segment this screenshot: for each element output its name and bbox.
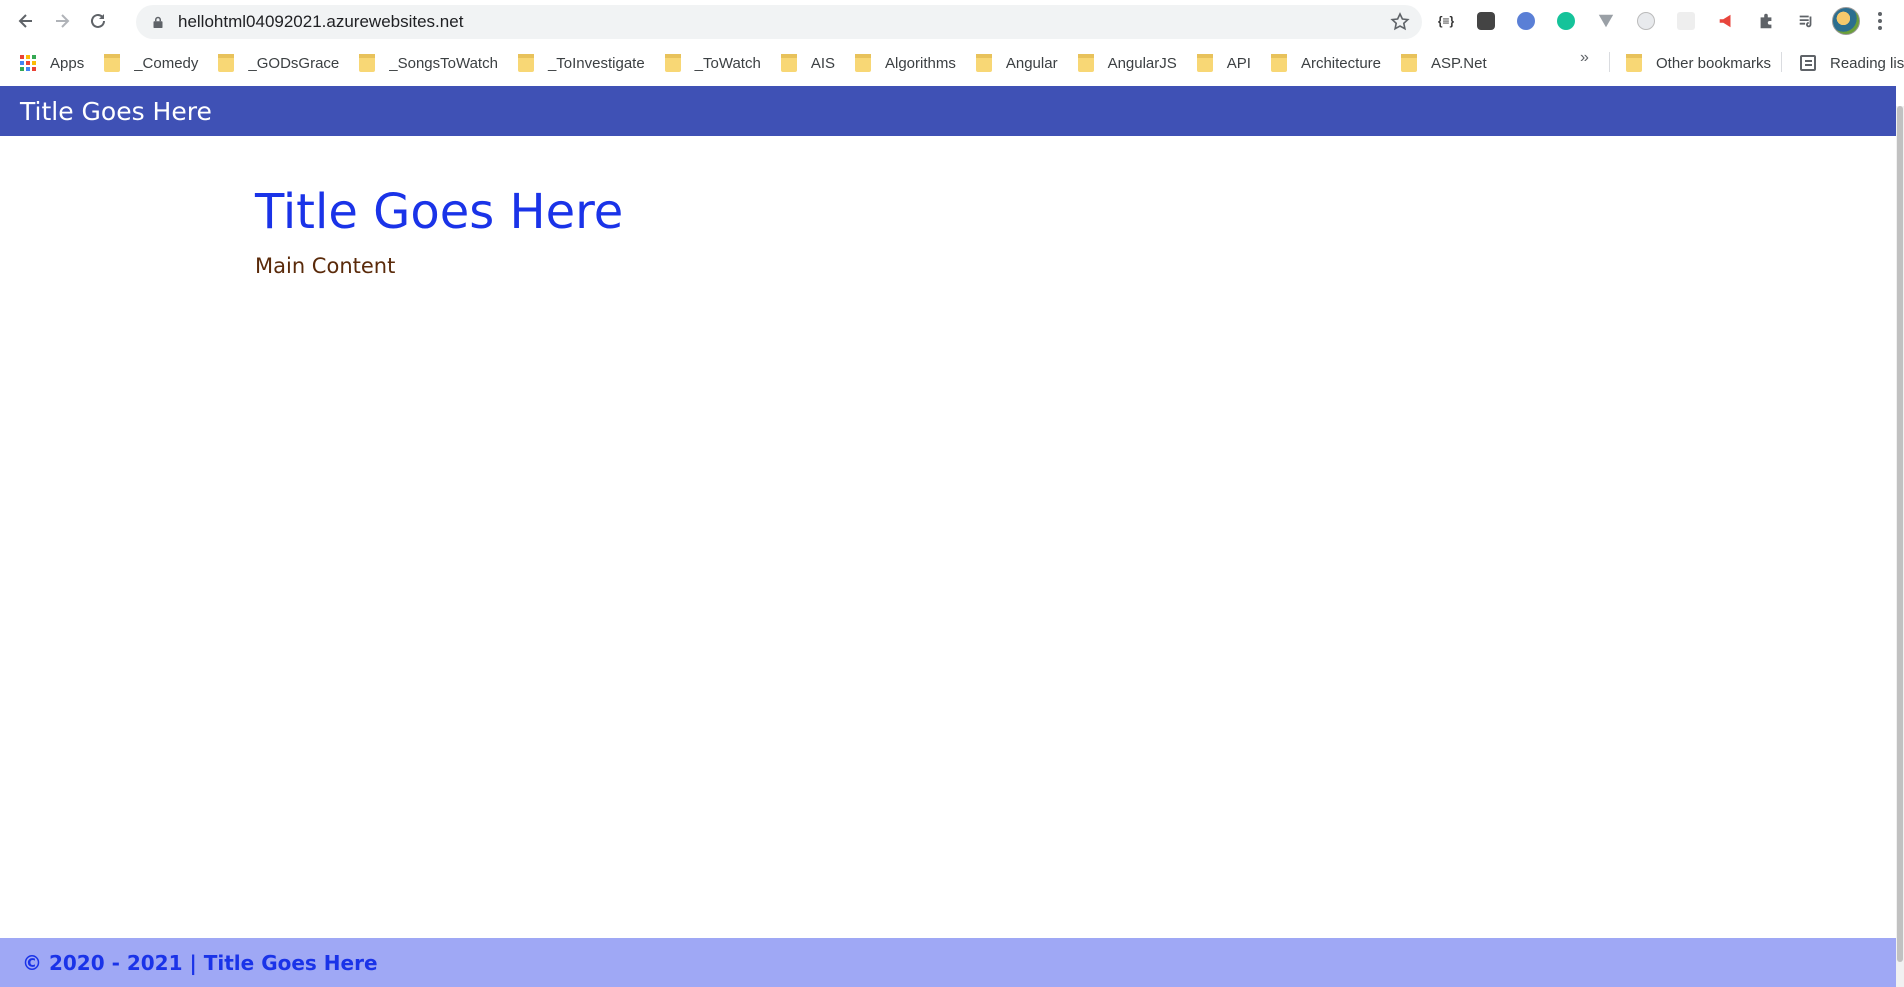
app-footer: © 2020 - 2021 | Title Goes Here — [0, 938, 1896, 987]
page-title: Title Goes Here — [255, 184, 624, 240]
extension-icon[interactable] — [1632, 7, 1660, 35]
folder-icon — [1270, 54, 1287, 72]
reading-list-button[interactable]: Reading list — [1790, 49, 1904, 77]
json-extension-icon[interactable]: {≡} — [1432, 7, 1460, 35]
bookmarks-overflow-button[interactable]: » — [1580, 49, 1589, 67]
footer-text: © 2020 - 2021 | Title Goes Here — [22, 950, 378, 975]
folder-icon — [517, 54, 534, 72]
bookmark-label: Architecture — [1300, 54, 1382, 72]
bookmark-folder[interactable]: Algorithms — [845, 49, 966, 77]
bookmark-apps[interactable]: Apps — [0, 49, 94, 77]
bookmark-star-icon[interactable] — [1390, 12, 1410, 32]
bookmark-label: AIS — [810, 54, 835, 72]
reload-button[interactable] — [80, 3, 116, 39]
bookmark-folder[interactable]: _ToWatch — [655, 49, 771, 77]
address-bar[interactable]: hellohtml04092021.azurewebsites.net — [136, 5, 1422, 39]
web-page: Title Goes Here Title Goes Here Main Con… — [0, 86, 1904, 987]
reading-list-icon — [1800, 55, 1816, 71]
extension-icon[interactable] — [1472, 7, 1500, 35]
folder-icon — [218, 54, 235, 72]
scrollbar-thumb[interactable] — [1897, 106, 1903, 962]
bookmark-label: ASP.Net — [1431, 54, 1487, 72]
main-section: Title Goes Here Main Content — [255, 188, 623, 278]
media-control-icon[interactable] — [1792, 7, 1820, 35]
bookmark-folder[interactable]: _SongsToWatch — [349, 49, 508, 77]
folder-icon — [1077, 54, 1094, 72]
bookmark-folder[interactable]: Architecture — [1261, 49, 1391, 77]
bookmark-label: Other bookmarks — [1656, 54, 1772, 72]
extensions-puzzle-icon[interactable] — [1752, 7, 1780, 35]
bookmark-folder[interactable]: _GODsGrace — [208, 49, 349, 77]
other-bookmarks-folder[interactable]: Other bookmarks — [1616, 49, 1781, 77]
folder-icon — [855, 54, 871, 72]
extensions-bar: {≡} — [1432, 6, 1888, 36]
bookmarks-divider — [1609, 52, 1610, 72]
extension-icon[interactable] — [1672, 7, 1700, 35]
bookmark-folder[interactable]: AngularJS — [1068, 49, 1187, 77]
bookmark-label: Angular — [1005, 54, 1058, 72]
arrow-left-icon — [18, 14, 32, 28]
bookmark-label: AngularJS — [1107, 54, 1177, 72]
apps-grid-icon — [20, 54, 37, 72]
folder-icon — [780, 54, 797, 72]
bookmark-folder[interactable]: _Comedy — [94, 49, 208, 77]
folder-icon — [1196, 54, 1213, 72]
bookmark-label: _ToWatch — [694, 54, 761, 72]
header-title: Title Goes Here — [20, 96, 212, 126]
folder-icon — [975, 54, 992, 72]
bookmark-label: _SongsToWatch — [389, 54, 498, 72]
bookmark-folder[interactable]: Angular — [966, 49, 1068, 77]
bookmark-label: _ToInvestigate — [547, 54, 645, 72]
folder-icon — [1626, 54, 1642, 72]
extension-icon[interactable] — [1512, 7, 1540, 35]
grammarly-icon[interactable] — [1552, 7, 1580, 35]
reading-list-label: Reading list — [1830, 54, 1904, 72]
bookmark-folder[interactable]: AIS — [771, 49, 845, 77]
bookmark-folder[interactable]: API — [1187, 49, 1261, 77]
url-text[interactable]: hellohtml04092021.azurewebsites.net — [178, 12, 463, 32]
back-button[interactable] — [8, 3, 44, 39]
folder-icon — [664, 54, 681, 72]
bookmark-folder[interactable]: ASP.Net — [1391, 49, 1497, 77]
browser-toolbar: hellohtml04092021.azurewebsites.net {≡} — [0, 0, 1904, 42]
folder-icon — [1401, 54, 1418, 72]
forward-button[interactable] — [44, 3, 80, 39]
megaphone-icon[interactable] — [1712, 7, 1740, 35]
browser-menu-icon[interactable] — [1872, 12, 1888, 30]
bookmark-label: Algorithms — [885, 54, 956, 72]
bookmark-label: _GODsGrace — [248, 54, 340, 72]
profile-avatar[interactable] — [1832, 7, 1860, 35]
vue-devtools-icon[interactable] — [1592, 7, 1620, 35]
bookmark-label: Apps — [50, 54, 85, 72]
bookmark-folder[interactable]: _ToInvestigate — [508, 49, 655, 77]
page-scrollbar[interactable] — [1896, 106, 1904, 987]
bookmarks-bar: Apps _Comedy _GODsGrace _SongsToWatch _T… — [0, 46, 1904, 80]
app-header: Title Goes Here — [0, 86, 1896, 136]
folder-icon — [104, 54, 121, 72]
reload-icon — [91, 13, 105, 28]
lock-icon — [150, 14, 166, 30]
main-content-text: Main Content — [255, 254, 396, 278]
arrow-right-icon — [56, 14, 70, 28]
folder-icon — [359, 54, 376, 72]
bookmarks-divider — [1781, 52, 1782, 72]
bookmark-label: API — [1226, 54, 1251, 72]
bookmark-label: _Comedy — [134, 54, 199, 72]
